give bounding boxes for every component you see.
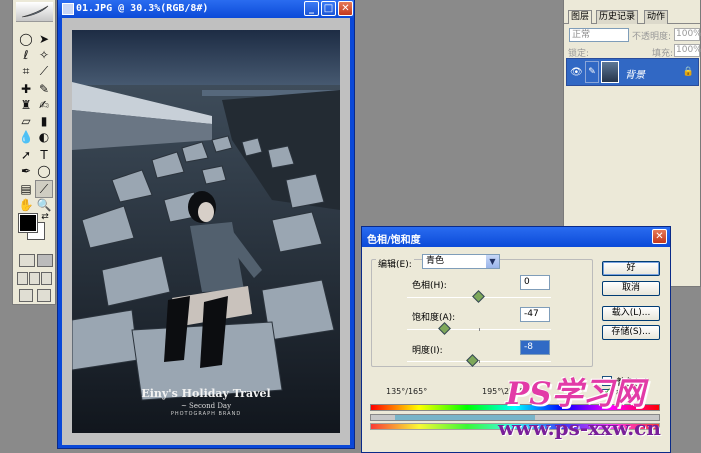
load-button[interactable]: 载入(L)...	[602, 306, 660, 321]
canvas-area[interactable]: Einy's Holiday Travel ~ Second Day PHOTO…	[62, 18, 350, 445]
blend-mode-select[interactable]: 正常	[569, 28, 629, 42]
photoshop-feather-logo[interactable]	[16, 2, 53, 22]
photo-caption-title: Einy's Holiday Travel	[141, 387, 271, 400]
fill-input[interactable]: 100%	[674, 44, 701, 57]
photo-canvas[interactable]: Einy's Holiday Travel ~ Second Day PHOTO…	[72, 30, 340, 433]
hue-spectrum-bar-bottom	[370, 423, 660, 430]
standard-mode-icon[interactable]	[19, 254, 35, 267]
hue-range-bar[interactable]	[370, 414, 660, 421]
saturation-label: 饱和度(A):	[412, 313, 456, 323]
document-icon	[62, 3, 74, 15]
pen-tool-icon[interactable]: ✒	[17, 162, 35, 180]
crop-tool-icon[interactable]: ⌗	[17, 62, 35, 80]
maximize-button[interactable]: □	[321, 1, 336, 16]
edit-range-select[interactable]: 青色 ▼	[422, 254, 500, 269]
save-button[interactable]: 存储(S)...	[602, 325, 660, 340]
screen-mode-standard-icon[interactable]	[17, 272, 28, 285]
layer-name[interactable]: 背景	[625, 66, 645, 81]
dialog-titlebar[interactable]: 色相/饱和度 ✕	[362, 227, 670, 247]
swap-colors-icon[interactable]: ⇄	[39, 212, 51, 222]
quick-mask-mode-icon[interactable]	[37, 254, 53, 267]
slice-tool-icon[interactable]: ⟋	[35, 62, 53, 80]
image-ready-icon[interactable]	[37, 289, 51, 302]
tab-actions[interactable]: 动作	[644, 10, 669, 24]
jump-to-imageready-icon[interactable]	[19, 289, 33, 302]
hue-input[interactable]: 0	[520, 275, 550, 290]
photo-caption-subtitle: ~ Second Day	[180, 402, 232, 410]
dialog-title: 色相/饱和度	[367, 235, 421, 246]
hand-tool-icon[interactable]: ✋	[17, 196, 35, 214]
opacity-label: 不透明度:	[632, 32, 672, 42]
toolbox-panel: ◯ ➤ ℓ ✧ ⌗ ⟋ ✚ ✎ ♜ ✍ ▱ ▮ 💧 ◐ ➚ T ✒ ◯ ▤ ⟋ …	[12, 0, 56, 305]
colorize-label: 着色(O)	[616, 378, 649, 388]
chevron-down-icon[interactable]: ▼	[486, 255, 499, 268]
lightness-label: 明度(I):	[412, 346, 443, 356]
document-window: 01.JPG @ 30.3%(RGB/8#) _ □ ✕ Einy's Holi…	[57, 0, 355, 449]
lightness-input[interactable]: -8	[520, 340, 550, 355]
layer-lock-icon: 🔒	[682, 67, 694, 77]
hue-range-segment[interactable]	[395, 415, 535, 420]
saturation-input[interactable]: -47	[520, 307, 550, 322]
preview-label: 预览(P)	[616, 391, 647, 401]
hue-label: 色相(H):	[412, 281, 447, 291]
hue-spectrum-bar-top	[370, 404, 660, 411]
adjustment-group	[371, 259, 593, 367]
dodge-tool-icon[interactable]: ◐	[35, 128, 53, 146]
blur-tool-icon[interactable]: 💧	[17, 128, 35, 146]
tab-layers[interactable]: 图层	[568, 10, 593, 24]
layer-brush-icon: ✎	[585, 61, 599, 83]
edit-range-value: 青色	[426, 256, 445, 266]
colorize-checkbox[interactable]	[602, 376, 612, 386]
preview-checkbox[interactable]	[602, 387, 612, 399]
opacity-input[interactable]: 100%	[674, 28, 701, 41]
close-button[interactable]: ✕	[338, 1, 353, 16]
saturation-slider-center-tick	[479, 328, 480, 331]
layer-thumbnail	[601, 61, 619, 83]
screen-mode-full-menu-icon[interactable]	[29, 272, 40, 285]
screen-mode-full-icon[interactable]	[41, 272, 52, 285]
lightness-slider-center-tick	[479, 360, 480, 363]
shape-tool-icon[interactable]: ◯	[35, 162, 53, 180]
tab-history[interactable]: 历史记录	[596, 10, 639, 24]
cancel-button[interactable]: 取消	[602, 281, 660, 296]
photo-image	[72, 30, 340, 433]
range-right-label: 195°\225°	[482, 387, 524, 396]
layers-options-row: 正常 不透明度: 100%	[564, 26, 701, 44]
photo-caption-credit: PHOTOGRAPH BRAND	[170, 411, 242, 417]
range-left-label: 135°/165°	[386, 387, 428, 396]
edit-label: 编辑(E):	[376, 257, 414, 270]
hue-saturation-dialog: 色相/饱和度 ✕ 编辑(E): 青色 ▼ 色相(H): 0 饱和度(A): -4…	[361, 226, 671, 453]
minimize-button[interactable]: _	[304, 1, 319, 16]
layer-row-background[interactable]: 👁 ✎ 背景 🔒	[566, 58, 699, 86]
document-titlebar[interactable]: 01.JPG @ 30.3%(RGB/8#) _ □ ✕	[58, 0, 354, 18]
visibility-eye-icon[interactable]: 👁	[570, 67, 583, 78]
layers-panel-tabs: 图层 历史记录 动作	[564, 8, 700, 24]
foreground-color-swatch[interactable]	[18, 213, 38, 233]
dialog-close-button[interactable]: ✕	[652, 229, 667, 244]
ok-button[interactable]: 好	[602, 261, 660, 276]
document-title: 01.JPG @ 30.3%(RGB/8#)	[76, 3, 209, 14]
